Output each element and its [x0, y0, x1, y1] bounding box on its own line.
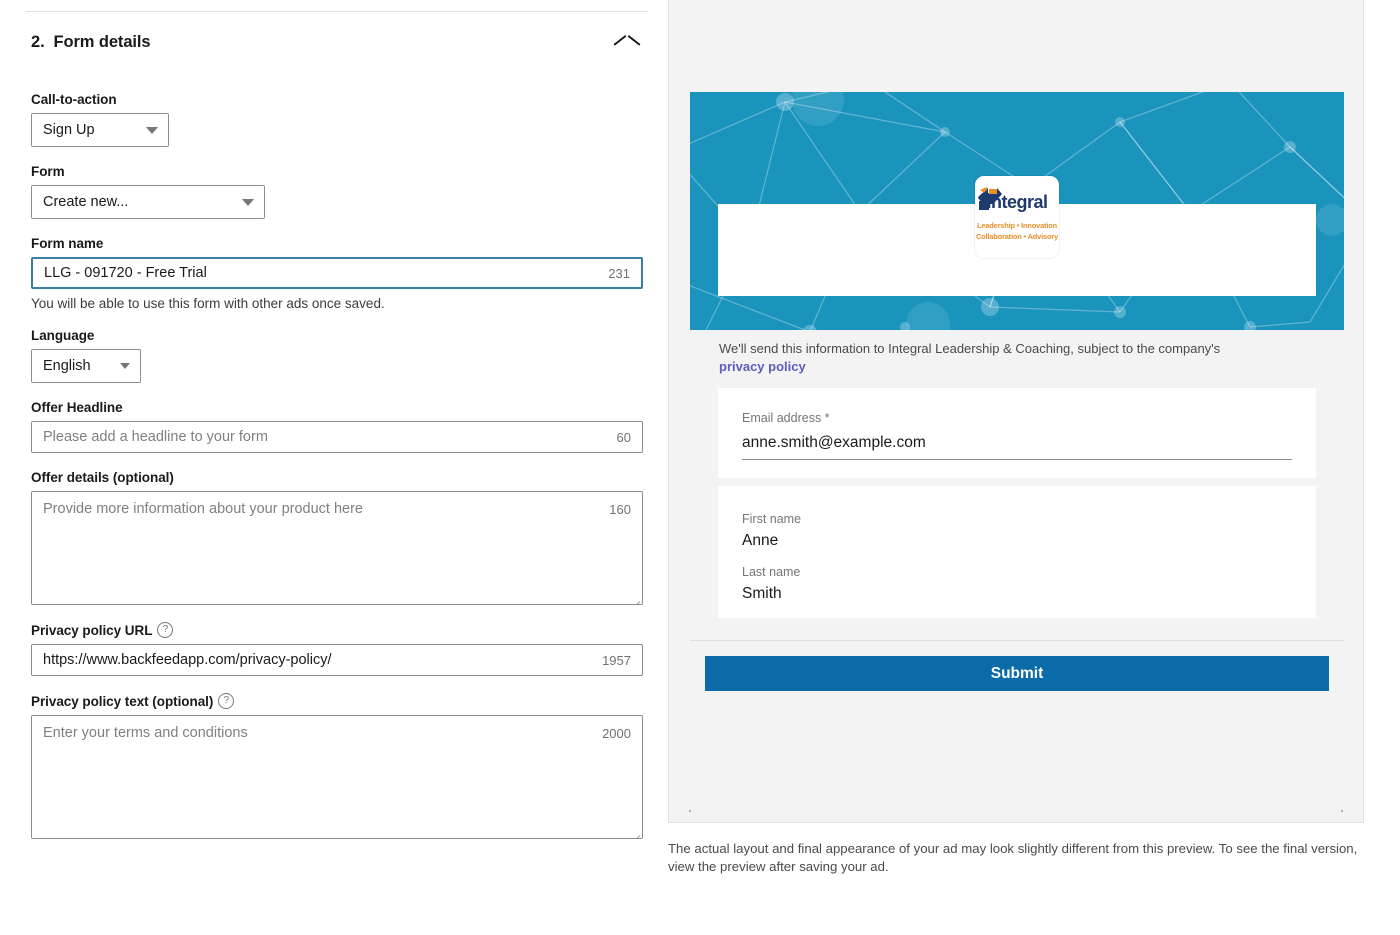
preview-last-name-label: Last name — [742, 565, 801, 579]
offer-headline-placeholder: Please add a headline to your form — [43, 429, 268, 445]
privacy-url-counter: 1957 — [602, 652, 631, 668]
form-label-text: Form — [31, 164, 65, 179]
form-editor-column: 2. Form details Call-to-action Sign Up F… — [0, 0, 668, 935]
submit-button[interactable]: Submit — [705, 656, 1329, 691]
chevron-up-icon[interactable] — [614, 35, 640, 51]
offer-headline-label-text: Offer Headline — [31, 400, 123, 415]
call-to-action-label: Call-to-action — [31, 92, 643, 107]
language-label: Language — [31, 328, 643, 343]
form-name-label-text: Form name — [31, 236, 104, 251]
form-name-value: LLG - 091720 - Free Trial — [44, 265, 207, 281]
preview-name-fields-card[interactable]: First name Anne Last name Smith — [718, 486, 1316, 618]
preview-email-value: anne.smith@example.com — [742, 434, 926, 451]
call-to-action-value: Sign Up — [43, 122, 95, 138]
offer-details-label-text: Offer details (optional) — [31, 470, 174, 485]
privacy-text-label: Privacy policy text (optional) ? — [31, 693, 643, 709]
question-mark-circle-icon[interactable]: ? — [218, 693, 235, 709]
language-label-text: Language — [31, 328, 95, 343]
offer-headline-input[interactable]: Please add a headline to your form 60 — [31, 421, 643, 453]
page-title: 2. Form details — [31, 33, 151, 52]
call-to-action-select[interactable]: Sign Up — [31, 113, 169, 147]
resize-handle-icon[interactable] — [629, 825, 642, 838]
privacy-text-counter: 2000 — [602, 726, 631, 741]
preview-first-name-value: Anne — [742, 532, 779, 549]
logo-tagline-line2: Collaboration • Advisory — [975, 232, 1059, 241]
privacy-url-value: https://www.backfeedapp.com/privacy-poli… — [43, 652, 332, 668]
form-select[interactable]: Create new... — [31, 185, 265, 219]
language-select[interactable]: English — [31, 349, 141, 383]
offer-headline-counter: 60 — [616, 429, 631, 445]
form-name-input[interactable]: LLG - 091720 - Free Trial 231 — [31, 257, 643, 289]
ad-preview-card: Integral Leadership • Innovation Collabo… — [668, 0, 1364, 823]
privacy-policy-link[interactable]: privacy policy — [719, 359, 806, 374]
section-number: 2. — [31, 33, 45, 51]
offer-details-label: Offer details (optional) — [31, 470, 643, 485]
consent-text: We'll send this information to Integral … — [719, 340, 1264, 376]
chevron-down-icon — [120, 363, 130, 369]
preview-disclaimer: The actual layout and final appearance o… — [668, 841, 1358, 874]
preview-corner-marker-left — [689, 810, 691, 812]
form-name-helper-text: You will be able to use this form with o… — [31, 296, 385, 311]
logo-tagline-line1: Leadership • Innovation — [976, 221, 1058, 230]
section-top-divider — [26, 11, 648, 12]
offer-details-group: Offer details (optional) Provide more in… — [31, 470, 643, 605]
resize-handle-icon[interactable] — [629, 591, 642, 604]
privacy-url-label-text: Privacy policy URL — [31, 622, 153, 638]
language-group: Language English — [31, 328, 643, 383]
language-value: English — [43, 358, 91, 374]
offer-headline-group: Offer Headline Please add a headline to … — [31, 400, 643, 453]
ad-preview-column: Integral Leadership • Innovation Collabo… — [668, 0, 1400, 935]
privacy-url-group: Privacy policy URL ? https://www.backfee… — [31, 622, 643, 676]
form-name-label: Form name — [31, 236, 643, 251]
offer-headline-label: Offer Headline — [31, 400, 643, 415]
preview-email-label: Email address * — [742, 411, 830, 425]
privacy-url-label: Privacy policy URL ? — [31, 622, 643, 638]
form-name-counter: 231 — [608, 265, 630, 281]
offer-details-textarea[interactable]: Provide more information about your prod… — [31, 491, 643, 605]
company-logo: Integral Leadership • Innovation Collabo… — [975, 176, 1059, 258]
preview-corner-marker-right — [1341, 810, 1343, 812]
preview-last-name-value: Smith — [742, 585, 782, 602]
logo-arrow-icon — [978, 187, 1002, 210]
form-fields-container: Call-to-action Sign Up Form Create new..… — [31, 92, 643, 839]
chevron-down-icon — [242, 198, 254, 206]
privacy-text-label-text: Privacy policy text (optional) — [31, 693, 214, 709]
privacy-text-placeholder: Enter your terms and conditions — [43, 725, 248, 741]
form-details-section-header[interactable]: 2. Form details — [31, 33, 643, 52]
form-label: Form — [31, 164, 643, 179]
preview-email-field-card[interactable]: Email address * anne.smith@example.com — [718, 388, 1316, 478]
section-title-text: Form details — [53, 33, 151, 51]
form-select-value: Create new... — [43, 194, 129, 210]
chevron-down-icon — [146, 126, 158, 134]
privacy-text-textarea[interactable]: Enter your terms and conditions 2000 — [31, 715, 643, 839]
preview-divider — [690, 640, 1344, 641]
offer-details-placeholder: Provide more information about your prod… — [43, 501, 363, 517]
question-mark-circle-icon[interactable]: ? — [157, 622, 174, 638]
form-name-group: Form name LLG - 091720 - Free Trial 231 … — [31, 236, 643, 311]
privacy-text-group: Privacy policy text (optional) ? Enter y… — [31, 693, 643, 839]
privacy-url-input[interactable]: https://www.backfeedapp.com/privacy-poli… — [31, 644, 643, 676]
consent-text-body: We'll send this information to Integral … — [719, 341, 1221, 356]
offer-details-counter: 160 — [609, 502, 631, 517]
form-select-group: Form Create new... — [31, 164, 643, 219]
preview-email-underline — [742, 459, 1292, 460]
call-to-action-label-text: Call-to-action — [31, 92, 117, 107]
preview-first-name-label: First name — [742, 512, 802, 526]
ad-banner-image: Integral Leadership • Innovation Collabo… — [690, 92, 1344, 330]
call-to-action-group: Call-to-action Sign Up — [31, 92, 643, 147]
